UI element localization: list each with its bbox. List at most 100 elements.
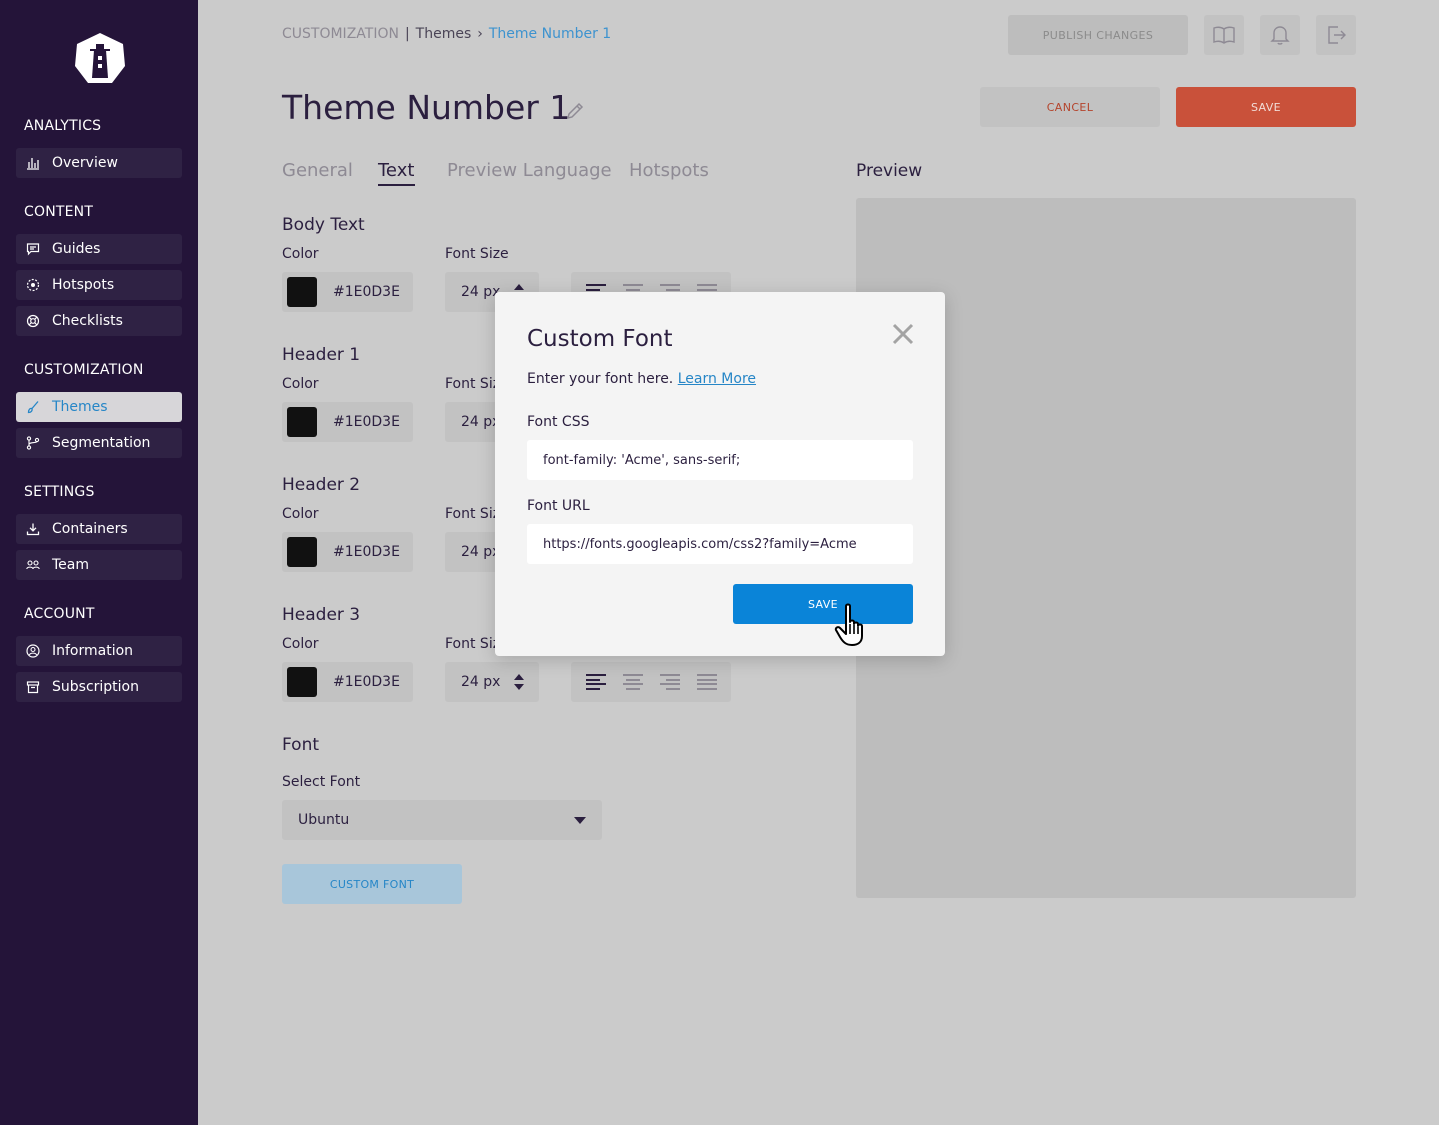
sidebar: ANALYTICS Overview CONTENT Guides Hotspo… xyxy=(0,0,198,1125)
section-title-font: Font xyxy=(282,735,320,755)
preview-label: Preview xyxy=(856,161,923,181)
section-title-header-1: Header 1 xyxy=(282,345,361,365)
modal-description: Enter your font here. Learn More xyxy=(527,371,756,387)
sidebar-item-segmentation[interactable]: Segmentation xyxy=(16,428,182,458)
breadcrumb-themes[interactable]: Themes xyxy=(416,26,472,42)
sidebar-item-overview[interactable]: Overview xyxy=(16,148,182,178)
user-circle-icon xyxy=(26,644,40,658)
breadcrumb-divider: | xyxy=(404,26,410,42)
color-swatch[interactable] xyxy=(287,537,317,567)
message-icon xyxy=(26,242,40,256)
color-value: #1E0D3E xyxy=(333,284,400,300)
section-title-header-2: Header 2 xyxy=(282,475,361,495)
life-ring-icon xyxy=(26,314,40,328)
active-tab-indicator xyxy=(378,184,415,186)
sidebar-item-label: Themes xyxy=(52,399,108,415)
font-url-input[interactable] xyxy=(527,524,913,564)
chevron-right-icon: › xyxy=(477,26,483,42)
color-value: #1E0D3E xyxy=(333,544,400,560)
lighthouse-logo-icon[interactable] xyxy=(72,30,128,86)
hand-pointer-icon xyxy=(834,603,863,646)
color-label: Color xyxy=(282,506,319,522)
logout-icon xyxy=(1328,26,1346,44)
sidebar-section-account: ACCOUNT xyxy=(24,606,95,622)
font-css-label: Font CSS xyxy=(527,414,590,430)
header-3-color-picker[interactable]: #1E0D3E xyxy=(282,662,413,702)
align-justify-icon[interactable] xyxy=(696,674,717,690)
download-icon xyxy=(26,522,40,536)
select-font-label: Select Font xyxy=(282,774,361,790)
font-size-value: 24 px xyxy=(461,674,501,690)
color-swatch[interactable] xyxy=(287,277,317,307)
sidebar-item-guides[interactable]: Guides xyxy=(16,234,182,264)
tab-hotspots[interactable]: Hotspots xyxy=(629,160,709,181)
body-text-color-picker[interactable]: #1E0D3E xyxy=(282,272,413,312)
stepper-arrows-icon[interactable] xyxy=(513,672,525,692)
font-select-value: Ubuntu xyxy=(298,812,350,828)
learn-more-link[interactable]: Learn More xyxy=(678,371,756,387)
book-icon xyxy=(1213,26,1235,44)
sidebar-item-label: Containers xyxy=(52,521,128,537)
save-button[interactable]: SAVE xyxy=(1176,87,1356,127)
custom-font-modal: Custom Font Enter your font here. Learn … xyxy=(495,292,945,656)
page-title: Theme Number 1 xyxy=(282,88,571,127)
section-title-body-text: Body Text xyxy=(282,215,365,235)
modal-save-button[interactable]: SAVE xyxy=(733,584,913,624)
cancel-button[interactable]: CANCEL xyxy=(980,87,1160,127)
notifications-button[interactable] xyxy=(1260,15,1300,55)
color-value: #1E0D3E xyxy=(333,414,400,430)
caret-down-icon xyxy=(574,817,586,824)
branch-icon xyxy=(26,436,40,450)
section-title-header-3: Header 3 xyxy=(282,605,361,625)
color-swatch[interactable] xyxy=(287,667,317,697)
sidebar-item-checklists[interactable]: Checklists xyxy=(16,306,182,336)
publish-changes-button[interactable]: PUBLISH CHANGES xyxy=(1008,15,1188,55)
sidebar-item-label: Guides xyxy=(52,241,101,257)
sidebar-section-content: CONTENT xyxy=(24,204,94,220)
tab-preview-language[interactable]: Preview Language xyxy=(447,160,612,181)
color-label: Color xyxy=(282,246,319,262)
close-icon[interactable] xyxy=(891,322,915,346)
sidebar-item-subscription[interactable]: Subscription xyxy=(16,672,182,702)
tab-text[interactable]: Text xyxy=(378,160,414,181)
header-2-color-picker[interactable]: #1E0D3E xyxy=(282,532,413,572)
custom-font-button[interactable]: CUSTOM FONT xyxy=(282,864,462,904)
align-left-icon[interactable] xyxy=(585,674,606,690)
sidebar-item-label: Segmentation xyxy=(52,435,151,451)
sidebar-item-label: Hotspots xyxy=(52,277,115,293)
breadcrumb-root[interactable]: CUSTOMIZATION xyxy=(282,26,399,42)
sidebar-item-themes[interactable]: Themes xyxy=(16,392,182,422)
sidebar-item-label: Information xyxy=(52,643,134,659)
docs-button[interactable] xyxy=(1204,15,1244,55)
logout-button[interactable] xyxy=(1316,15,1356,55)
sidebar-section-customization: CUSTOMIZATION xyxy=(24,362,144,378)
color-label: Color xyxy=(282,636,319,652)
sidebar-item-label: Subscription xyxy=(52,679,139,695)
modal-title: Custom Font xyxy=(527,326,673,352)
color-label: Color xyxy=(282,376,319,392)
brush-icon xyxy=(26,400,40,414)
sidebar-item-label: Team xyxy=(52,557,90,573)
archive-icon xyxy=(26,680,40,694)
sidebar-item-label: Checklists xyxy=(52,313,123,329)
color-value: #1E0D3E xyxy=(333,674,400,690)
modal-description-text: Enter your font here. xyxy=(527,371,674,387)
breadcrumb-current: Theme Number 1 xyxy=(488,26,612,42)
sidebar-item-containers[interactable]: Containers xyxy=(16,514,182,544)
sidebar-item-hotspots[interactable]: Hotspots xyxy=(16,270,182,300)
sidebar-item-information[interactable]: Information xyxy=(16,636,182,666)
font-css-input[interactable] xyxy=(527,440,913,480)
sidebar-item-team[interactable]: Team xyxy=(16,550,182,580)
font-select[interactable]: Ubuntu xyxy=(282,800,602,840)
color-swatch[interactable] xyxy=(287,407,317,437)
breadcrumb: CUSTOMIZATION | Themes › Theme Number 1 xyxy=(282,26,611,42)
align-center-icon[interactable] xyxy=(622,674,643,690)
bar-chart-icon xyxy=(26,156,40,170)
pencil-icon[interactable] xyxy=(564,100,586,122)
tab-general[interactable]: General xyxy=(282,160,353,181)
header-3-font-size-stepper[interactable]: 24 px xyxy=(445,662,539,702)
header-3-alignment-group xyxy=(571,662,731,702)
header-1-color-picker[interactable]: #1E0D3E xyxy=(282,402,413,442)
align-right-icon[interactable] xyxy=(659,674,680,690)
sidebar-section-analytics: ANALYTICS xyxy=(24,118,102,134)
